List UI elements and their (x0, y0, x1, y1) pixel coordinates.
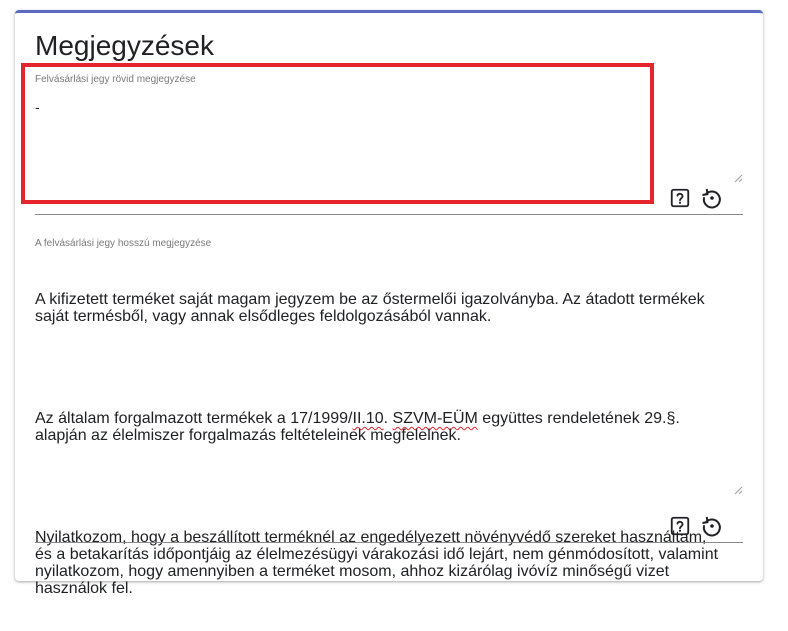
long-note-label: A felvásárlási jegy hosszú megjegyzése (35, 238, 212, 249)
restore-icon (702, 516, 721, 537)
help-box-icon (670, 188, 690, 208)
short-note-help-button[interactable] (667, 185, 693, 211)
short-note-reset-button[interactable] (699, 185, 725, 211)
resize-handle-icon[interactable] (733, 173, 743, 183)
resize-handle-icon[interactable] (733, 485, 743, 495)
restore-icon (702, 188, 721, 209)
long-note-textarea[interactable]: A kifizetett terméket saját magam jegyze… (35, 257, 723, 631)
long-note-reset-button[interactable] (699, 513, 725, 539)
long-note-paragraph-1: A kifizetett terméket saját magam jegyze… (35, 291, 710, 325)
long-note-help-button[interactable] (667, 513, 693, 539)
long-note-field[interactable]: A felvásárlási jegy hosszú megjegyzése A… (35, 237, 743, 597)
highlight-box (21, 63, 654, 204)
help-box-icon (670, 516, 690, 536)
short-note-underline (35, 214, 743, 215)
card-title: Megjegyzések (35, 30, 214, 61)
long-note-paragraph-3: Nyilatkozom, hogy a beszállított termékn… (35, 529, 723, 597)
long-note-paragraph-2: Az általam forgalmazott termékek a 17/19… (35, 410, 685, 444)
long-note-underline (35, 542, 743, 543)
